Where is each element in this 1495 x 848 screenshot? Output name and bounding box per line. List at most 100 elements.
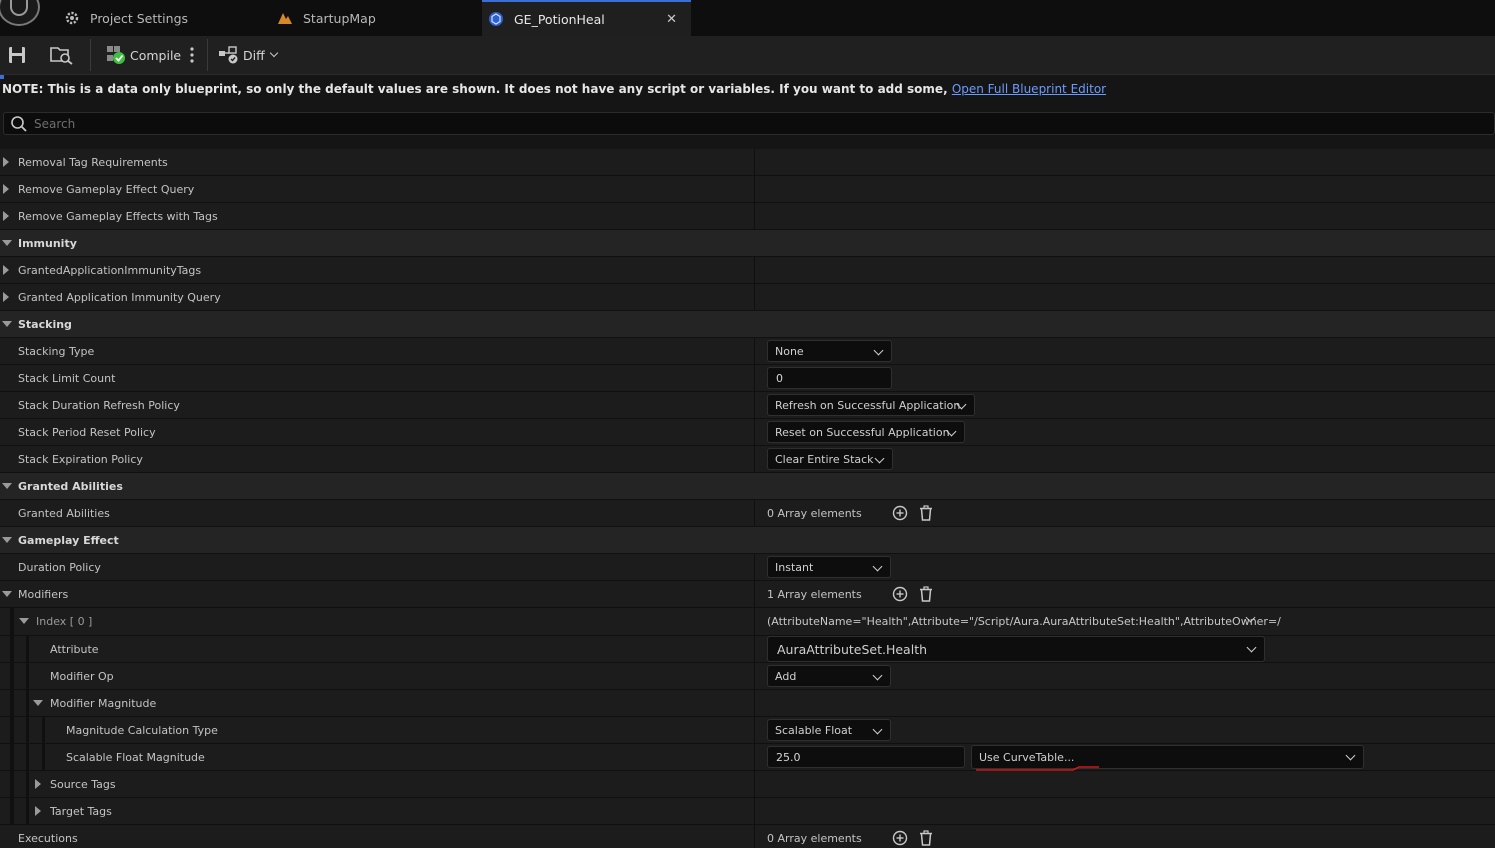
scalable-float-value-field[interactable]: 25.0 [767,746,965,768]
property-label: Remove Gameplay Effects with Tags [18,210,218,223]
collapse-arrow-icon[interactable] [2,537,12,543]
settings-gear-icon [64,10,80,26]
property-label: Remove Gameplay Effect Query [18,183,195,196]
stacking-type-dropdown[interactable]: None [767,340,892,362]
stack-period-reset-policy-dropdown[interactable]: Reset on Successful Application [767,421,965,443]
stack-expiration-policy-dropdown[interactable]: Clear Entire Stack [767,448,893,470]
modifier-op-dropdown[interactable]: Add [767,665,891,687]
add-element-icon[interactable] [892,586,908,602]
chevron-down-icon [1246,642,1257,653]
stack-limit-count-field[interactable]: 0 [767,367,892,389]
property-label: Modifier Op [50,670,114,683]
compile-options-button[interactable] [186,41,198,69]
category-label: Stacking [18,318,72,331]
stack-duration-refresh-policy-dropdown[interactable]: Refresh on Successful Application [767,394,975,416]
collapse-arrow-icon[interactable] [33,700,43,706]
chevron-down-icon [872,670,883,681]
expand-arrow-icon[interactable] [35,806,41,816]
dropdown-value: Reset on Successful Application [775,425,950,439]
trash-icon[interactable] [918,505,934,521]
tab-startup-map[interactable]: StartupMap [277,0,477,36]
category-granted-abilities[interactable]: Granted Abilities [0,473,1495,500]
details-panel: Removal Tag Requirements Remove Gameplay… [0,149,1495,848]
row-stack-period-reset-policy: Stack Period Reset Policy Reset on Succe… [0,419,1495,446]
category-stacking[interactable]: Stacking [0,311,1495,338]
dropdown-value: Clear Entire Stack [775,452,874,466]
collapse-arrow-icon[interactable] [2,321,12,327]
chevron-down-icon [269,48,278,58]
row-source-tags[interactable]: Source Tags [0,771,1495,798]
property-label: GrantedApplicationImmunityTags [18,264,202,277]
property-label: Modifier Magnitude [50,697,157,710]
compile-status-icon [107,46,125,64]
duration-policy-dropdown[interactable]: Instant [767,556,891,578]
trash-icon[interactable] [918,586,934,602]
row-modifiers[interactable]: Modifiers 1 Array elements [0,581,1495,608]
save-icon [9,47,25,63]
collapse-arrow-icon[interactable] [2,240,12,246]
row-modifier-op: Modifier Op Add [0,663,1495,690]
diff-label: Diff [243,47,265,63]
expand-arrow-icon[interactable] [3,184,9,194]
details-search [3,112,1495,135]
row-modifier-magnitude[interactable]: Modifier Magnitude [0,690,1495,717]
blueprint-icon [488,11,504,27]
row-remove-gameplay-effects-with-tags[interactable]: Remove Gameplay Effects with Tags [0,203,1495,230]
category-label: Immunity [18,237,77,250]
unreal-logo-icon[interactable] [0,0,40,26]
tab-project-settings[interactable]: Project Settings [64,0,264,36]
editor-strip [0,74,1495,79]
array-count: 0 Array elements [767,507,862,520]
add-element-icon[interactable] [892,505,908,521]
row-attribute: Attribute AuraAttributeSet.Health [0,636,1495,663]
toolbar: Compile Diff [0,36,1495,74]
search-input[interactable] [34,116,1434,131]
open-full-blueprint-editor-link[interactable]: Open Full Blueprint Editor [952,82,1106,96]
tab-bar: Project Settings StartupMap GE_PotionHea… [0,0,1495,36]
expand-arrow-icon[interactable] [3,265,9,275]
diff-button[interactable]: Diff [218,41,278,69]
tab-ge-potionheal[interactable]: GE_PotionHeal ✕ [482,0,691,36]
property-label: Index [ 0 ] [36,615,93,628]
tab-label: Project Settings [90,10,189,26]
chevron-down-icon [1345,750,1356,761]
save-button[interactable] [8,41,26,69]
add-element-icon[interactable] [892,830,908,846]
row-modifier-index-0[interactable]: Index [ 0 ] (AttributeName="Health",Attr… [0,608,1495,636]
magnitude-calculation-type-dropdown[interactable]: Scalable Float [767,719,891,741]
level-map-icon [277,10,293,26]
dropdown-value: Scalable Float [775,723,853,737]
browse-asset-button[interactable] [50,41,74,69]
row-executions: Executions 0 Array elements [0,825,1495,848]
property-label: Target Tags [50,805,112,818]
attribute-dropdown[interactable]: AuraAttributeSet.Health [767,636,1265,662]
property-label: Stacking Type [18,345,95,358]
expand-arrow-icon[interactable] [3,157,9,167]
expand-arrow-icon[interactable] [3,211,9,221]
chevron-down-icon [874,453,885,464]
row-granted-application-immunity-tags[interactable]: GrantedApplicationImmunityTags [0,257,1495,284]
compile-label: Compile [130,47,182,63]
row-granted-abilities: Granted Abilities 0 Array elements [0,500,1495,527]
browse-folder-icon [50,47,73,65]
collapse-arrow-icon[interactable] [2,591,12,597]
diff-icon [219,46,238,64]
row-target-tags[interactable]: Target Tags [0,798,1495,825]
row-removal-tag-requirements[interactable]: Removal Tag Requirements [0,149,1495,176]
trash-icon[interactable] [918,830,934,846]
category-gameplay-effect[interactable]: Gameplay Effect [0,527,1495,554]
row-granted-application-immunity-query[interactable]: Granted Application Immunity Query [0,284,1495,311]
row-duration-policy: Duration Policy Instant [0,554,1495,581]
property-label: Granted Application Immunity Query [18,291,221,304]
collapse-arrow-icon[interactable] [19,618,29,624]
property-label: Stack Period Reset Policy [18,426,156,439]
expand-arrow-icon[interactable] [3,292,9,302]
close-icon[interactable]: ✕ [666,12,677,27]
category-immunity[interactable]: Immunity [0,230,1495,257]
chevron-down-icon [873,345,884,356]
expand-arrow-icon[interactable] [35,779,41,789]
row-remove-gameplay-effect-query[interactable]: Remove Gameplay Effect Query [0,176,1495,203]
property-label: Scalable Float Magnitude [66,751,205,764]
collapse-arrow-icon[interactable] [2,483,12,489]
compile-button[interactable]: Compile [106,41,181,69]
